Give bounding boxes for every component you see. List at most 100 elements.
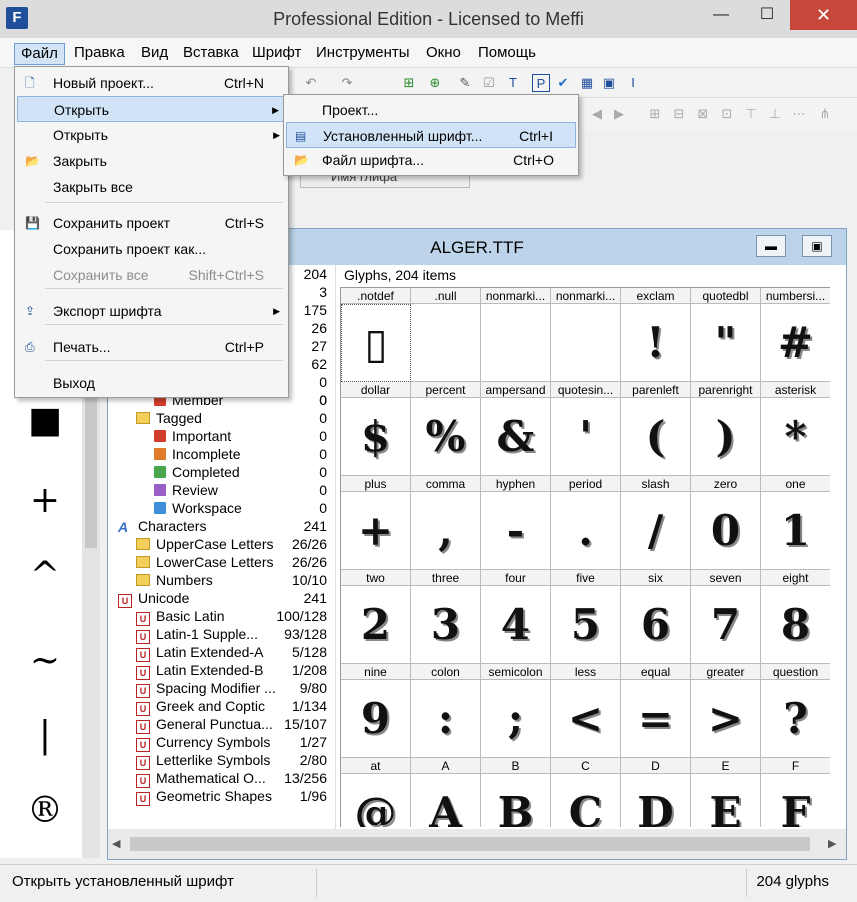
glyph-name[interactable]: colon [411,664,481,680]
glyph-name[interactable]: two [341,570,411,586]
align-bottom-icon[interactable]: ⊠ [694,105,712,123]
horizontal-scrollbar[interactable]: ◀ ▶ [108,829,846,859]
path-icon[interactable]: ⋯ [790,105,808,123]
glyph-cell[interactable]: ▯ [341,304,411,382]
glyph-cell[interactable]: < [551,680,621,758]
glyph-cell[interactable]: ) [691,398,761,476]
glyph-name[interactable]: F [761,758,830,774]
glyph-name[interactable]: period [551,476,621,492]
arrow-right-icon[interactable]: ▶ [610,105,628,123]
glyph-cell[interactable]: 8 [761,586,830,664]
file-menu-item[interactable]: ⎙ Печать... Ctrl+P [17,334,286,360]
glyph-cell[interactable]: * [761,398,830,476]
file-menu-item[interactable]: ⇪ Экспорт шрифта ▶ [17,298,286,324]
glyph-name[interactable]: question [761,664,830,680]
tree-item[interactable]: U Basic Latin [136,607,224,626]
glyph-name[interactable]: D [621,758,691,774]
glyph-name[interactable]: E [691,758,761,774]
glyph-name[interactable]: nine [341,664,411,680]
palette-plus[interactable]: + [0,480,90,521]
glyph-name[interactable]: parenleft [621,382,691,398]
file-menu-item[interactable]: 📂 Закрыть [17,148,286,174]
menu-insert[interactable]: Вставка [177,43,245,65]
arrow-left-icon[interactable]: ◀ [588,105,606,123]
maximize-button[interactable]: ☐ [744,0,790,30]
glyph-name[interactable]: one [761,476,830,492]
glyph-cell[interactable]: ( [621,398,691,476]
tree-item[interactable]: LowerCase Letters [136,553,274,571]
palette-caret[interactable]: ^ [0,555,90,596]
glyph-name[interactable]: .notdef [341,288,411,304]
glyph-cell[interactable]: 9 [341,680,411,758]
check-icon[interactable]: ✔ [554,74,572,92]
palette-tilde[interactable]: ~ [0,640,90,681]
align-center-icon[interactable]: ⊟ [670,105,688,123]
glyph-cell[interactable]: ' [551,398,621,476]
glyph-cell[interactable]: 0 [691,492,761,570]
align-icon[interactable]: ⊞ [646,105,664,123]
menu-font[interactable]: Шрифт [246,43,307,65]
glyph-cell[interactable]: 2 [341,586,411,664]
glyph-cell[interactable]: ? [761,680,830,758]
tree-icon[interactable]: ⋔ [816,105,834,123]
scroll-thumb[interactable] [130,837,810,851]
glyph-cell[interactable]: - [481,492,551,570]
glyph-cell[interactable]: / [621,492,691,570]
open-submenu-item[interactable]: Проект... [286,97,576,123]
glyph-name[interactable]: five [551,570,621,586]
file-menu-item[interactable]: Сохранить все Shift+Ctrl+S [17,262,286,288]
glyph-cell[interactable]: $ [341,398,411,476]
glyph-name[interactable]: nonmarki... [551,288,621,304]
glyph-name[interactable]: eight [761,570,830,586]
file-menu-item[interactable]: 💾 Сохранить проект Ctrl+S [17,210,286,236]
glyph-name[interactable]: exclam [621,288,691,304]
tree-item[interactable]: U Geometric Shapes [136,787,272,806]
properties-icon[interactable]: ✎ [456,74,474,92]
file-menu-item[interactable]: Открыть ▶ [17,96,286,122]
glyph-name[interactable]: parenright [691,382,761,398]
tree-item[interactable]: UpperCase Letters [136,535,274,553]
glyph-cell[interactable]: & [481,398,551,476]
tree-item[interactable]: Numbers [136,571,213,589]
glyph-name[interactable]: percent [411,382,481,398]
glyph-cell[interactable] [411,304,481,382]
validate-icon[interactable]: ☑ [480,74,498,92]
glyph-name[interactable]: A [411,758,481,774]
tree-item[interactable]: Incomplete [154,445,240,463]
child-maximize-button[interactable]: ▣ [802,235,832,257]
glyph-cell[interactable]: % [411,398,481,476]
palette-bar[interactable]: | [0,715,90,756]
tree-item[interactable]: U Currency Symbols [136,733,270,752]
tree-item[interactable]: U Latin Extended-A [136,643,263,662]
glyph-cell[interactable]: A [411,774,481,827]
tree-item[interactable]: U Unicode [118,589,189,608]
scroll-right-icon[interactable]: ▶ [828,837,836,850]
tree-item[interactable]: Review [154,481,218,499]
glyph-name[interactable]: .null [411,288,481,304]
menu-file[interactable]: Файл [14,43,65,65]
child-minimize-button[interactable]: ▬ [756,235,786,257]
glyph-cell[interactable]: + [341,492,411,570]
file-menu-item[interactable]: Закрыть все [17,174,286,200]
glyph-name[interactable]: semicolon [481,664,551,680]
file-menu-item[interactable]: Сохранить проект как... [17,236,286,262]
grid-icon[interactable]: ▦ [578,74,596,92]
tree-item[interactable]: U Latin-1 Supple... [136,625,258,644]
menu-view[interactable]: Вид [135,43,174,65]
glyph-name[interactable]: greater [691,664,761,680]
glyph-cell[interactable]: 3 [411,586,481,664]
p-icon[interactable]: P [532,74,550,92]
glyph-cell[interactable]: 4 [481,586,551,664]
node-icon[interactable]: ⊥ [766,105,784,123]
glyph-name[interactable]: slash [621,476,691,492]
glyph-cell[interactable]: # [761,304,830,382]
text-icon[interactable]: T [504,74,522,92]
glyph-cell[interactable] [551,304,621,382]
menu-tools[interactable]: Инструменты [310,43,416,65]
tree-item[interactable]: Workspace [154,499,242,517]
menu-edit[interactable]: Правка [68,43,131,65]
redo-icon[interactable]: ↷ [338,74,356,92]
tree-item[interactable]: Important [154,427,231,445]
tree-item[interactable]: Tagged [136,409,202,427]
file-menu-item[interactable]: 🗋 Новый проект... Ctrl+N [17,70,286,96]
